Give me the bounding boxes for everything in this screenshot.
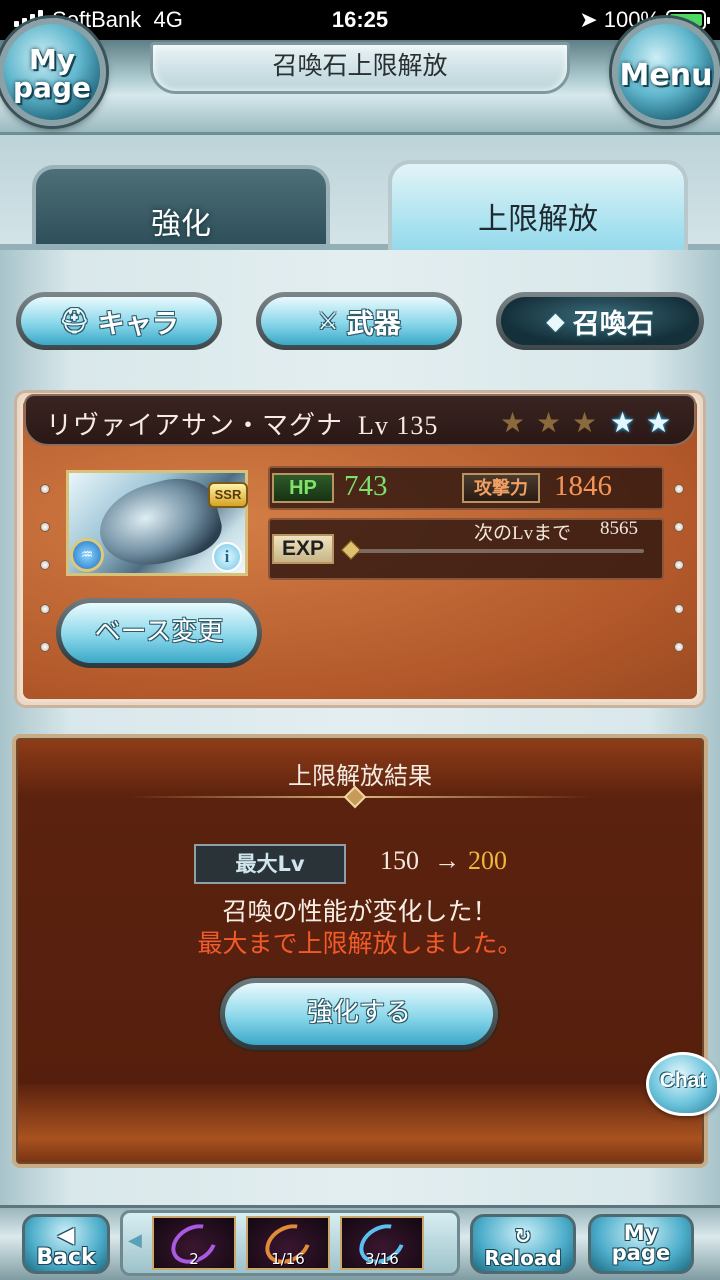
mypage-label-2: page	[611, 1241, 671, 1265]
tab-enhance[interactable]: 強化	[32, 165, 330, 255]
back-button[interactable]: ◀ Back	[22, 1214, 110, 1274]
mypage-button[interactable]: My page	[588, 1214, 694, 1274]
quest-shortcut[interactable]: 3/16	[340, 1216, 424, 1270]
rivet	[40, 560, 50, 570]
result-panel-footer	[18, 1084, 702, 1162]
max-level-label: 最大Lv	[194, 844, 346, 884]
base-change-label: ベース変更	[61, 603, 257, 663]
chat-button[interactable]: Chat	[646, 1052, 720, 1116]
rarity-badge: SSR	[208, 482, 248, 508]
crystal-icon: ◆	[546, 307, 565, 335]
rivet	[40, 484, 50, 494]
rivet	[40, 604, 50, 614]
hp-label: HP	[272, 473, 334, 503]
rivet	[674, 560, 684, 570]
arrow-icon: →	[434, 846, 460, 875]
star-gold-icon: ★	[500, 406, 526, 439]
result-message: 召喚の性能が変化した！	[222, 897, 498, 926]
summon-name-text: リヴァイアサン・マグナ	[46, 411, 344, 440]
back-arrow-icon: ◀	[57, 1223, 75, 1248]
back-label: Back	[36, 1245, 96, 1270]
category-weapon-label: 武器	[346, 308, 401, 340]
rivet	[40, 522, 50, 532]
attack-value: 1846	[554, 470, 612, 502]
exp-bar-track	[352, 549, 644, 553]
mypage-top-label-2: page	[13, 71, 91, 104]
star-blue-icon: ★	[610, 406, 636, 439]
mypage-top-label-1: My	[28, 43, 76, 76]
rivet	[40, 642, 50, 652]
page-title: 召喚石上限解放	[272, 51, 448, 80]
hp-value: 743	[344, 470, 388, 502]
category-chara-button[interactable]: ⛑ キャラ	[16, 292, 222, 350]
category-summon-button[interactable]: ◆ 召喚石	[496, 292, 704, 350]
water-element-icon: ♒	[70, 538, 104, 572]
location-icon: ➤	[579, 7, 598, 32]
status-bar: SoftBank 4G 16:25 ➤ 100%	[0, 0, 720, 40]
rivet	[674, 604, 684, 614]
rivet	[674, 522, 684, 532]
base-change-button[interactable]: ベース変更	[56, 598, 262, 668]
quest-shortcut[interactable]: 1/16	[246, 1216, 330, 1270]
exp-next-label: 次のLvまで	[474, 523, 572, 544]
category-chara-label: キャラ	[97, 308, 179, 340]
star-blue-icon: ★	[646, 406, 672, 439]
tray-scroll-left-icon[interactable]: ◀	[128, 1230, 142, 1251]
reload-label: Reload	[484, 1246, 562, 1270]
enhance-button[interactable]: 強化する	[220, 978, 498, 1050]
category-summon-label: 召喚石	[572, 308, 654, 340]
chara-icon: ⛑	[59, 307, 90, 335]
category-weapon-button[interactable]: ⚔ 武器	[256, 292, 462, 350]
attack-label: 攻撃力	[462, 473, 540, 503]
quest-count: 3/16	[365, 1250, 399, 1268]
mypage-top-button[interactable]: My page	[0, 18, 106, 126]
exp-next-value: 8565	[600, 518, 638, 539]
quest-count: 2	[189, 1250, 199, 1268]
tab-uncap[interactable]: 上限解放	[388, 160, 688, 260]
exp-label: EXP	[272, 534, 334, 564]
reload-button[interactable]: ↻ Reload	[470, 1214, 576, 1274]
reload-icon: ↻	[514, 1224, 532, 1248]
info-icon[interactable]: i	[212, 542, 242, 572]
max-level-new: 200	[468, 846, 507, 875]
max-level-old: 150	[380, 846, 419, 875]
mypage-label-1: My	[623, 1221, 659, 1245]
result-title: 上限解放結果	[288, 762, 432, 790]
rivet	[674, 484, 684, 494]
summon-name: リヴァイアサン・マグナ Lv 135	[46, 405, 438, 442]
summon-level: Lv 135	[358, 411, 439, 440]
enhance-button-label: 強化する	[225, 983, 493, 1045]
result-message-highlight: 最大まで上限解放しました。	[197, 929, 523, 958]
crossed-swords-icon: ⚔	[317, 307, 339, 335]
star-gold-icon: ★	[536, 406, 562, 439]
star-gold-icon: ★	[572, 406, 598, 439]
quest-shortcut[interactable]: 2	[152, 1216, 236, 1270]
quest-count: 1/16	[271, 1250, 305, 1268]
rivet	[674, 642, 684, 652]
menu-button[interactable]: Menu	[612, 18, 720, 126]
